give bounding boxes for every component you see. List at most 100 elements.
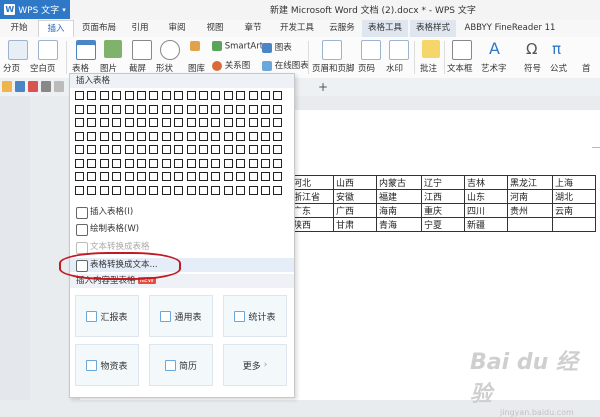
table-grid-cell[interactable] bbox=[248, 172, 258, 181]
table-grid-cell[interactable] bbox=[261, 185, 270, 195]
table-grid-cell[interactable] bbox=[186, 185, 196, 195]
table-cell[interactable]: 河南 bbox=[507, 189, 553, 204]
table-cell[interactable]: 广东 bbox=[290, 203, 334, 218]
table-cell[interactable]: 福建 bbox=[376, 189, 422, 204]
table-grid-cell[interactable] bbox=[124, 118, 134, 127]
table-grid-cell[interactable] bbox=[223, 158, 233, 168]
table-grid-cell[interactable] bbox=[112, 104, 122, 114]
blank-page-button[interactable]: 空白页 bbox=[30, 62, 56, 74]
table-grid-cell[interactable] bbox=[273, 185, 283, 195]
table-grid-cell[interactable] bbox=[75, 158, 84, 168]
table-grid-cell[interactable] bbox=[273, 131, 283, 141]
table-grid-cell[interactable] bbox=[174, 185, 184, 195]
table-grid-cell[interactable] bbox=[236, 145, 246, 154]
table-cell[interactable] bbox=[552, 217, 596, 232]
table-grid-cell[interactable] bbox=[112, 131, 122, 141]
table-grid-cell[interactable] bbox=[273, 118, 283, 127]
table-grid-cell[interactable] bbox=[248, 145, 258, 154]
table-grid-cell[interactable] bbox=[273, 91, 283, 100]
table-grid-cell[interactable] bbox=[124, 145, 134, 154]
table-grid-cell[interactable] bbox=[149, 118, 159, 127]
table-grid-cell[interactable] bbox=[211, 131, 221, 141]
table-grid-cell[interactable] bbox=[149, 131, 159, 141]
table-grid-cell[interactable] bbox=[223, 91, 233, 100]
table-grid-cell[interactable] bbox=[236, 91, 246, 100]
table-grid-cell[interactable] bbox=[186, 104, 196, 114]
table-cell[interactable]: 重庆 bbox=[421, 203, 465, 218]
table-grid-cell[interactable] bbox=[99, 118, 109, 127]
symbol-button[interactable]: 符号 bbox=[524, 62, 541, 74]
tab-page-layout[interactable]: 页面布局 bbox=[76, 20, 122, 37]
new-tab-plus-icon[interactable]: + bbox=[318, 80, 328, 94]
table-grid-cell[interactable] bbox=[112, 185, 122, 195]
tab-table-tools[interactable]: 表格工具 bbox=[362, 20, 408, 37]
tab-review[interactable]: 审阅 bbox=[160, 20, 194, 37]
table-cell[interactable]: 河北 bbox=[290, 175, 334, 190]
table-grid-cell[interactable] bbox=[186, 172, 196, 181]
table-cell[interactable]: 山西 bbox=[333, 175, 377, 190]
table-grid-cell[interactable] bbox=[124, 131, 134, 141]
table-cell[interactable]: 山东 bbox=[464, 189, 508, 204]
relation-button[interactable]: 关系图 bbox=[212, 59, 250, 71]
table-grid-cell[interactable] bbox=[75, 185, 84, 195]
template-card-general[interactable]: 通用表 bbox=[149, 295, 213, 337]
table-cell[interactable]: 陕西 bbox=[290, 217, 334, 232]
table-cell[interactable]: 内蒙古 bbox=[376, 175, 422, 190]
table-grid-cell[interactable] bbox=[149, 158, 159, 168]
table-grid-cell[interactable] bbox=[124, 91, 134, 100]
table-grid-cell[interactable] bbox=[87, 185, 97, 195]
table-grid-cell[interactable] bbox=[261, 172, 270, 181]
table-grid-cell[interactable] bbox=[273, 158, 283, 168]
table-cell[interactable]: 宁夏 bbox=[421, 217, 465, 232]
template-card-report[interactable]: 汇报表 bbox=[75, 295, 139, 337]
table-cell[interactable]: 湖北 bbox=[552, 189, 596, 204]
table-grid-cell[interactable] bbox=[124, 104, 134, 114]
table-grid-cell[interactable] bbox=[137, 158, 146, 168]
table-grid-cell[interactable] bbox=[149, 185, 159, 195]
table-grid-cell[interactable] bbox=[211, 185, 221, 195]
table-grid-cell[interactable] bbox=[137, 131, 146, 141]
table-grid-cell[interactable] bbox=[99, 131, 109, 141]
table-grid-cell[interactable] bbox=[137, 145, 146, 154]
tab-view[interactable]: 视图 bbox=[198, 20, 232, 37]
table-grid-cell[interactable] bbox=[199, 118, 208, 127]
table-cell[interactable]: 海南 bbox=[376, 203, 422, 218]
table-grid-cell[interactable] bbox=[223, 185, 233, 195]
chart-button[interactable]: 图表 bbox=[262, 41, 292, 53]
table-cell[interactable]: 辽宁 bbox=[421, 175, 465, 190]
table-grid-cell[interactable] bbox=[137, 172, 146, 181]
table-grid-cell[interactable] bbox=[161, 131, 171, 141]
table-grid-cell[interactable] bbox=[236, 131, 246, 141]
table-grid-cell[interactable] bbox=[87, 91, 97, 100]
table-grid-cell[interactable] bbox=[261, 158, 270, 168]
wps-menu-button[interactable]: W WPS 文字 ▾ bbox=[0, 0, 70, 19]
table-grid-cell[interactable] bbox=[161, 118, 171, 127]
table-grid-cell[interactable] bbox=[161, 158, 171, 168]
table-cell[interactable]: 黑龙江 bbox=[507, 175, 553, 190]
table-grid-cell[interactable] bbox=[112, 145, 122, 154]
save-icon[interactable] bbox=[15, 81, 25, 92]
table-grid-cell[interactable] bbox=[87, 131, 97, 141]
page-break-button[interactable]: 分页 bbox=[3, 62, 20, 74]
table-grid-cell[interactable] bbox=[261, 145, 270, 154]
insert-table-menu-item[interactable]: 插入表格(I) bbox=[70, 205, 294, 219]
table-grid-cell[interactable] bbox=[161, 172, 171, 181]
tab-table-style[interactable]: 表格样式 bbox=[410, 20, 456, 37]
table-grid-cell[interactable] bbox=[273, 104, 283, 114]
tab-developer[interactable]: 开发工具 bbox=[274, 20, 320, 37]
table-cell[interactable]: 江西 bbox=[421, 189, 465, 204]
table-grid-cell[interactable] bbox=[248, 118, 258, 127]
table-grid-cell[interactable] bbox=[211, 118, 221, 127]
table-grid-cell[interactable] bbox=[261, 131, 270, 141]
template-card-supplies[interactable]: 物资表 bbox=[75, 344, 139, 386]
formula-button[interactable]: 公式 bbox=[550, 62, 567, 74]
table-grid-cell[interactable] bbox=[248, 104, 258, 114]
table-grid-cell[interactable] bbox=[199, 185, 208, 195]
document-table[interactable]: 河北 山西 内蒙古 辽宁 吉林 黑龙江 上海 浙江省 安徽 福建 江西 山东 河南 湖北 广东 广西 海南 重庆四… bbox=[290, 175, 596, 232]
print-icon[interactable] bbox=[41, 81, 51, 92]
textbox-button[interactable]: 文本框 bbox=[447, 62, 473, 74]
table-grid-cell[interactable] bbox=[137, 104, 146, 114]
table-grid-cell[interactable] bbox=[124, 158, 134, 168]
table-grid-cell[interactable] bbox=[112, 172, 122, 181]
table-grid-cell[interactable] bbox=[211, 104, 221, 114]
